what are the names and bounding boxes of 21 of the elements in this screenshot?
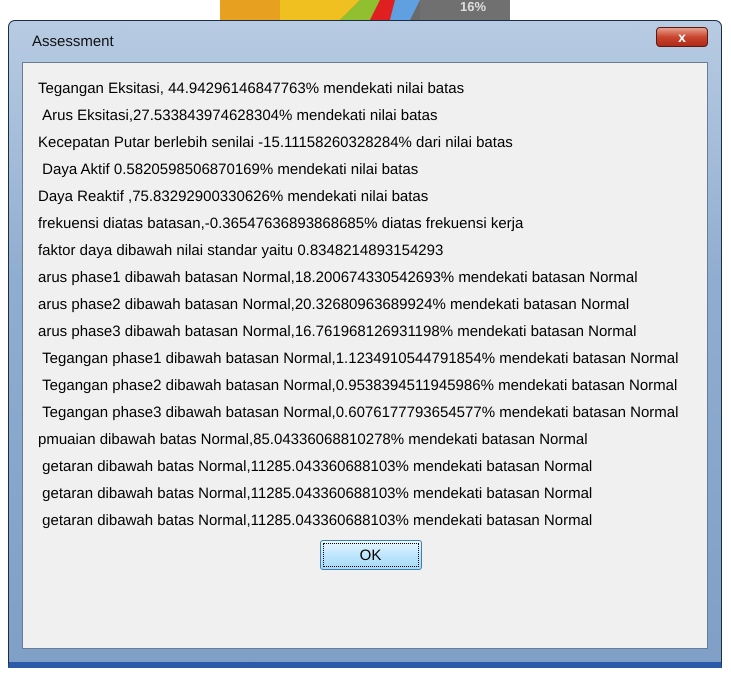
- message-line: getaran dibawah batas Normal,11285.043360688103% mendekati batasan Normal: [41, 457, 594, 477]
- chart-label: 16%: [460, 0, 486, 14]
- message-line: Kecepatan Putar berlebih senilai -15.11158260328284% dari nilai batas: [38, 133, 514, 153]
- ok-button[interactable]: OK: [320, 540, 422, 570]
- message-line: Arus Eksitasi,27.533843974628304% mendekati nilai batas: [41, 106, 438, 126]
- message-line: getaran dibawah batas Normal,11285.043360688103% mendekati batasan Normal: [41, 511, 594, 531]
- message-line: Tegangan Eksitasi, 44.94296146847763% mendekati nilai batas: [38, 79, 466, 99]
- message-line: frekuensi diatas batasan,-0.36547636893868685% diatas frekuensi kerja: [38, 214, 524, 234]
- message-line: Daya Aktif 0.5820598506870169% mendekati nilai batas: [41, 160, 420, 180]
- message-line: getaran dibawah batas Normal,11285.043360688103% mendekati batasan Normal: [41, 484, 594, 504]
- close-button[interactable]: x: [656, 27, 708, 47]
- message-line: faktor daya dibawah nilai standar yaitu 0.8348214893154293: [38, 241, 444, 261]
- message-line: arus phase2 dibawah batasan Normal,20.32680963689924% mendekati batasan Normal: [38, 295, 630, 315]
- message-line: Tegangan phase3 dibawah batasan Normal,0.6076177793654577% mendekati batasan Normal: [41, 403, 680, 423]
- message-line: Tegangan phase2 dibawah batasan Normal,0.9538394511945986% mendekati batasan Normal: [41, 376, 678, 396]
- message-line: arus phase1 dibawah batasan Normal,18.200674330542693% mendekati batasan Normal: [38, 268, 639, 288]
- window-title: Assessment: [32, 33, 114, 50]
- message-line: Daya Reaktif ,75.83292900330626% mendekati nilai batas: [38, 187, 430, 207]
- message-line: pmuaian dibawah batas Normal,85.04336068810278% mendekati batasan Normal: [38, 430, 589, 450]
- message-line: arus phase3 dibawah batasan Normal,16.761968126931198% mendekati batasan Normal: [38, 322, 638, 342]
- message-line: Tegangan phase1 dibawah batasan Normal,1.1234910544791854% mendekati batasan Normal: [41, 349, 680, 369]
